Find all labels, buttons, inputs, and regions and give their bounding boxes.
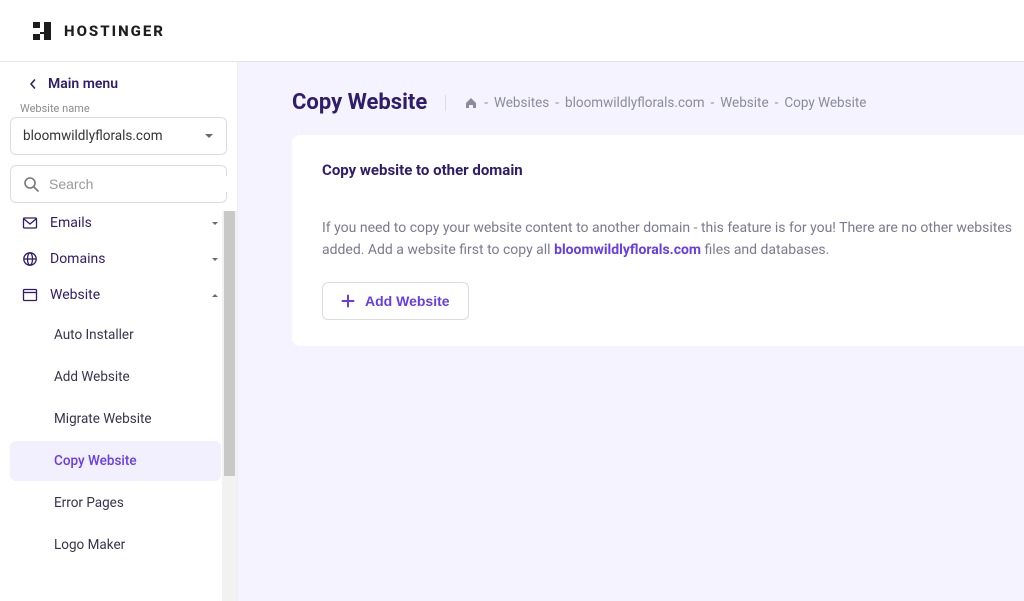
copy-website-card: Copy website to other domain If you need… bbox=[292, 135, 1024, 346]
website-dropdown-label: Website name bbox=[0, 102, 237, 117]
home-icon[interactable] bbox=[464, 96, 478, 110]
card-title: Copy website to other domain bbox=[322, 161, 1024, 179]
chevron-left-icon bbox=[28, 79, 38, 89]
card-text-after: files and databases. bbox=[701, 242, 829, 258]
breadcrumb-sep: - bbox=[775, 95, 779, 111]
sidebar-item-label: Website bbox=[50, 287, 199, 303]
sidebar-item-emails[interactable]: Emails bbox=[0, 211, 237, 241]
breadcrumb: - Websites - bloomwildlyflorals.com - We… bbox=[445, 95, 866, 111]
website-dropdown-value: bloomwildlyflorals.com bbox=[23, 128, 163, 144]
search-field[interactable] bbox=[10, 165, 227, 203]
card-description: If you need to copy your website content… bbox=[322, 217, 1024, 262]
logo-icon bbox=[30, 19, 54, 43]
main-menu-label: Main menu bbox=[48, 76, 118, 92]
breadcrumb-sep: - bbox=[711, 95, 715, 111]
globe-icon bbox=[22, 251, 38, 267]
breadcrumb-website[interactable]: Website bbox=[720, 95, 768, 111]
card-text-domain: bloomwildlyflorals.com bbox=[554, 242, 701, 258]
breadcrumb-current: Copy Website bbox=[784, 95, 866, 111]
add-website-label: Add Website bbox=[365, 293, 450, 309]
sidebar: Main menu Website name bloomwildlyfloral… bbox=[0, 62, 238, 601]
sidebar-sub-auto-installer[interactable]: Auto Installer bbox=[10, 315, 221, 355]
title-bar: Copy Website - Websites - bloomwildlyflo… bbox=[292, 90, 1024, 115]
caret-down-icon bbox=[211, 221, 219, 226]
sidebar-nav-scroll: Emails Domains Website Auto Installer Ad… bbox=[0, 211, 237, 601]
plus-icon bbox=[341, 294, 355, 308]
app-header: HOSTINGER bbox=[0, 0, 1024, 62]
breadcrumb-sep: - bbox=[484, 95, 488, 111]
add-website-button[interactable]: Add Website bbox=[322, 282, 469, 320]
sidebar-sub-copy-website[interactable]: Copy Website bbox=[10, 441, 221, 481]
breadcrumb-sep: - bbox=[555, 95, 559, 111]
caret-down-icon bbox=[204, 133, 214, 139]
breadcrumb-websites[interactable]: Websites bbox=[494, 95, 549, 111]
sidebar-sub-add-website[interactable]: Add Website bbox=[10, 357, 221, 397]
browser-icon bbox=[22, 287, 38, 303]
search-input[interactable] bbox=[49, 176, 230, 192]
page-title: Copy Website bbox=[292, 90, 427, 115]
breadcrumb-domain[interactable]: bloomwildlyflorals.com bbox=[565, 95, 705, 111]
sidebar-item-label: Domains bbox=[50, 251, 199, 267]
content-area: Copy Website - Websites - bloomwildlyflo… bbox=[238, 62, 1024, 601]
sidebar-item-domains[interactable]: Domains bbox=[0, 241, 237, 277]
scrollbar-thumb[interactable] bbox=[224, 211, 235, 476]
sidebar-sub-logo-maker[interactable]: Logo Maker bbox=[10, 525, 221, 565]
brand-logo[interactable]: HOSTINGER bbox=[30, 19, 165, 43]
mail-icon bbox=[22, 215, 38, 231]
sidebar-item-label: Emails bbox=[50, 215, 199, 231]
caret-down-icon bbox=[211, 257, 219, 262]
scrollbar-track[interactable] bbox=[222, 211, 237, 601]
main-menu-back[interactable]: Main menu bbox=[0, 62, 237, 102]
website-dropdown[interactable]: bloomwildlyflorals.com bbox=[10, 117, 227, 155]
sidebar-item-website[interactable]: Website bbox=[0, 277, 237, 313]
brand-text: HOSTINGER bbox=[64, 22, 165, 40]
search-icon bbox=[23, 176, 39, 192]
sidebar-sub-migrate-website[interactable]: Migrate Website bbox=[10, 399, 221, 439]
caret-up-icon bbox=[211, 293, 219, 298]
sidebar-sub-error-pages[interactable]: Error Pages bbox=[10, 483, 221, 523]
